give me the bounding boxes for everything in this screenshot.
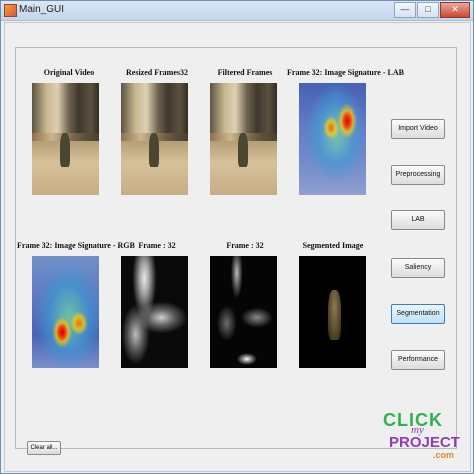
app-icon	[4, 4, 17, 17]
import-video-button[interactable]: Import Video	[391, 119, 445, 139]
image-signature-lab-heatmap	[299, 83, 366, 195]
label-filtered-frames: Filtered Frames	[217, 68, 273, 77]
window-controls: — □ ✕	[393, 2, 470, 18]
watermark-logo: CLICK my PROJECT .com	[383, 410, 460, 460]
segmented-image	[299, 256, 366, 368]
resized-frame	[121, 83, 188, 195]
label-frame-32-a: Frame : 32	[138, 241, 176, 250]
original-video-frame	[32, 83, 99, 195]
label-resized-frames: Resized Frames32	[126, 68, 188, 77]
image-signature-rgb-heatmap	[32, 256, 99, 368]
window-title: Main_GUI	[19, 4, 65, 15]
label-image-signature-lab: Frame 32: Image Signature - LAB	[287, 68, 404, 77]
maximize-icon[interactable]: □	[417, 2, 439, 18]
lab-button[interactable]: LAB	[391, 210, 445, 230]
label-segmented-image: Segmented Image	[302, 241, 364, 250]
client-area: Original Video Resized Frames32 Filtered…	[4, 22, 471, 472]
segmentation-button[interactable]: Segmentation	[391, 304, 445, 324]
title-bar[interactable]: Main_GUI — □ ✕	[1, 1, 473, 21]
preprocessing-button[interactable]: Preprocessing	[391, 165, 445, 185]
filtered-frame	[210, 83, 277, 195]
label-original-video: Original Video	[43, 68, 95, 77]
clear-all-button[interactable]: Clear all...	[27, 441, 61, 455]
performance-button[interactable]: Performance	[391, 350, 445, 370]
close-icon[interactable]: ✕	[440, 2, 470, 18]
saliency-button[interactable]: Saliency	[391, 258, 445, 278]
label-frame-32-b: Frame : 32	[226, 241, 264, 250]
saliency-map-a	[121, 256, 188, 368]
main-window: Main_GUI — □ ✕ Original Video Resized Fr…	[0, 0, 474, 474]
label-image-signature-rgb: Frame 32: Image Signature - RGB	[17, 241, 135, 250]
saliency-map-b	[210, 256, 277, 368]
minimize-icon[interactable]: —	[394, 2, 416, 18]
